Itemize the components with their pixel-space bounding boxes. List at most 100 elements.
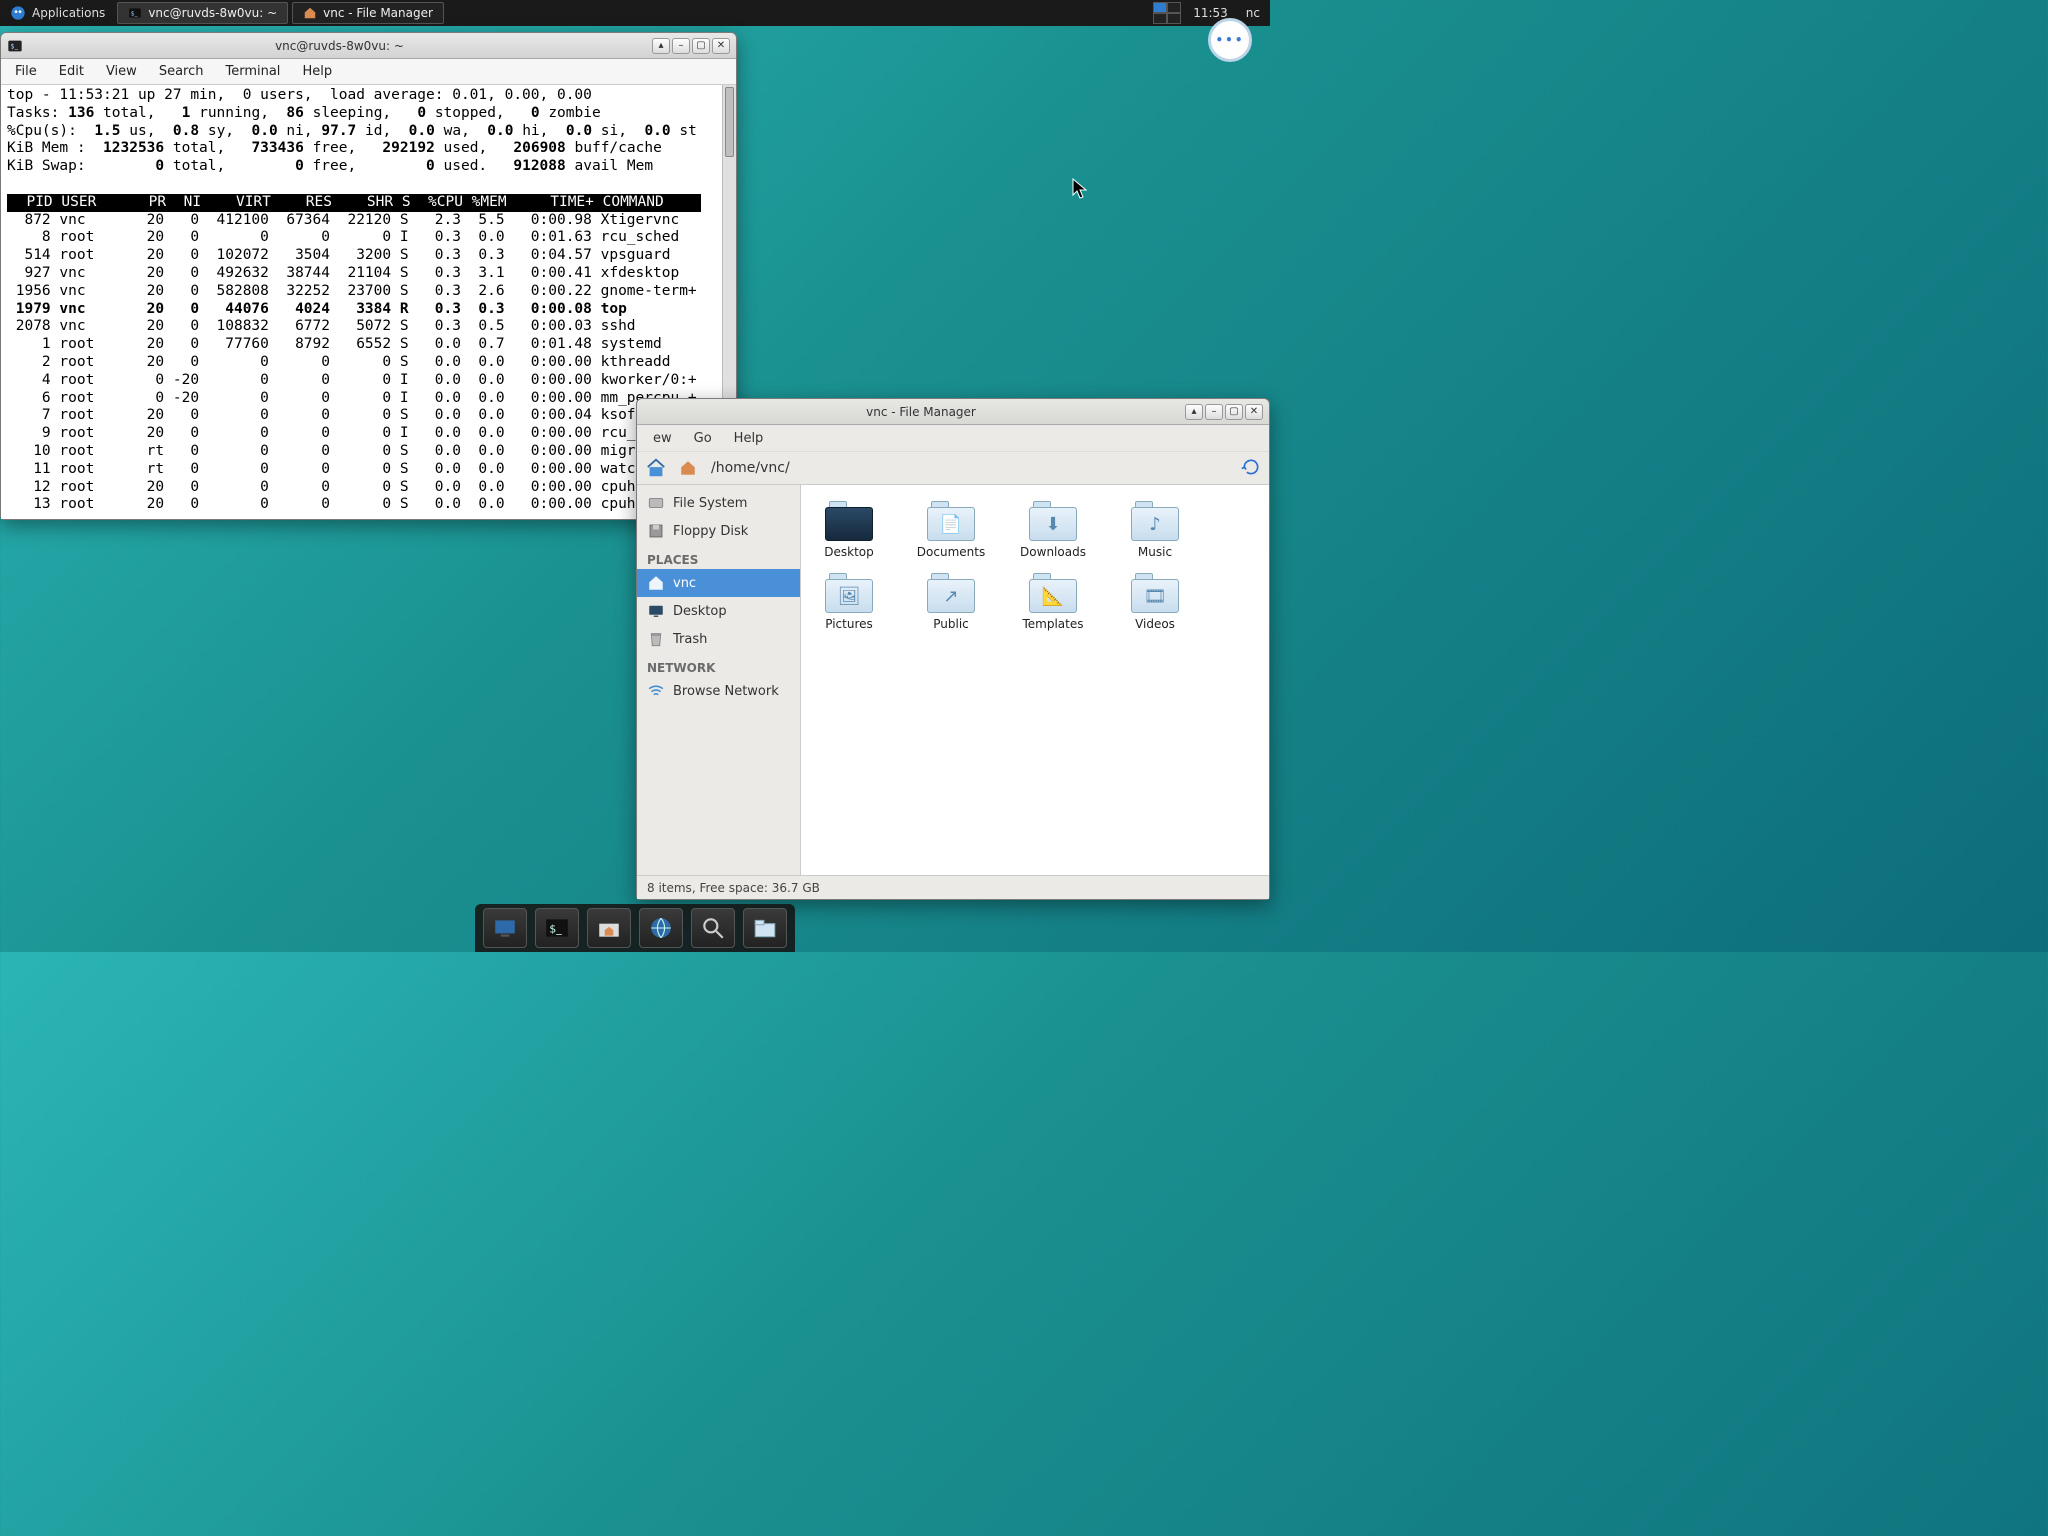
fm-window-maximize-button[interactable]: ▢	[1225, 404, 1243, 420]
terminal-titlebar[interactable]: $_ vnc@ruvds-8w0vu: ~ ▴ – ▢ ✕	[1, 33, 736, 59]
filemanager-iconview[interactable]: Desktop 📄Documents ⬇ Downloads ♪ Music 🖼Pictur…	[801, 485, 1269, 875]
taskbar-filemanager-label: vnc - File Manager	[323, 6, 433, 20]
fm-window-close-button[interactable]: ✕	[1245, 404, 1263, 420]
home-icon	[647, 574, 665, 592]
menu-file[interactable]: File	[5, 61, 47, 82]
filemanager-window: vnc - File Manager ▴ – ▢ ✕ ew Go Help /h…	[636, 398, 1270, 900]
terminal-output[interactable]: top - 11:53:21 up 27 min, 0 users, load …	[1, 85, 736, 519]
window-minimize-button[interactable]: –	[672, 38, 690, 54]
applications-label: Applications	[32, 6, 105, 20]
drive-icon	[647, 494, 665, 512]
nav-home-button[interactable]	[643, 455, 669, 481]
dock: $_	[475, 904, 795, 952]
reload-icon	[1241, 457, 1261, 477]
desktop-icon	[647, 602, 665, 620]
fm-window-minimize-button[interactable]: –	[1205, 404, 1223, 420]
dock-folder[interactable]	[743, 908, 787, 948]
fm-menu-view[interactable]: ew	[643, 428, 682, 449]
svg-text:$_: $_	[10, 42, 18, 50]
trash-icon	[647, 630, 665, 648]
terminal-title: vnc@ruvds-8w0vu: ~	[29, 39, 650, 53]
filemanager-body: File System Floppy Disk PLACES vnc Deskt…	[637, 485, 1269, 875]
folder-music[interactable]: ♪ Music	[1117, 501, 1193, 559]
fm-menu-go[interactable]: Go	[684, 428, 722, 449]
menu-search[interactable]: Search	[149, 61, 214, 82]
folder-label: Downloads	[1020, 545, 1086, 559]
path-home-icon[interactable]	[675, 455, 701, 481]
sidebar-desktop[interactable]: Desktop	[637, 597, 800, 625]
menu-view[interactable]: View	[96, 61, 147, 82]
search-icon	[700, 915, 726, 941]
sidebar-floppy[interactable]: Floppy Disk	[637, 517, 800, 545]
folder-icon: 🖼	[825, 573, 873, 613]
dock-web[interactable]	[639, 908, 683, 948]
sidebar-browse-network[interactable]: Browse Network	[637, 677, 800, 705]
folder-label: Templates	[1022, 617, 1083, 631]
dock-terminal[interactable]: $_	[535, 908, 579, 948]
folder-icon: ↗	[927, 573, 975, 613]
filemanager-statusbar: 8 items, Free space: 36.7 GB	[637, 875, 1269, 899]
folder-icon: 📐	[1029, 573, 1077, 613]
terminal-window: $_ vnc@ruvds-8w0vu: ~ ▴ – ▢ ✕ File Edit …	[0, 32, 737, 520]
terminal-menubar: File Edit View Search Terminal Help	[1, 59, 736, 85]
folder-home-icon	[596, 915, 622, 941]
filemanager-menubar: ew Go Help	[637, 425, 1269, 451]
top-panel: Applications $_ vnc@ruvds-8w0vu: ~ vnc -…	[0, 0, 1270, 26]
folder-videos[interactable]: 🎞 Videos	[1117, 573, 1193, 631]
svg-text:$_: $_	[131, 11, 138, 17]
sidebar-section-places: PLACES	[637, 545, 800, 569]
sidebar-filesystem[interactable]: File System	[637, 489, 800, 517]
folder-icon: 📄	[927, 501, 975, 541]
home-icon	[303, 6, 317, 20]
filemanager-title: vnc - File Manager	[659, 405, 1183, 419]
terminal-icon: $_	[544, 915, 570, 941]
home-icon	[679, 459, 697, 477]
menu-help[interactable]: Help	[292, 61, 342, 82]
terminal-icon: $_	[128, 6, 142, 20]
taskbar-filemanager[interactable]: vnc - File Manager	[292, 2, 444, 24]
dock-filemanager[interactable]	[587, 908, 631, 948]
folder-templates[interactable]: 📐 Templates	[1015, 573, 1091, 631]
terminal-icon: $_	[7, 38, 23, 54]
sidebar-home[interactable]: vnc	[637, 569, 800, 597]
folder-label: Public	[933, 617, 969, 631]
desktop-icon	[492, 915, 518, 941]
folder-label: Videos	[1135, 617, 1175, 631]
sidebar-trash[interactable]: Trash	[637, 625, 800, 653]
applications-menu[interactable]: Applications	[0, 0, 115, 26]
workspace-pager[interactable]	[1153, 2, 1181, 24]
folder-label: Desktop	[824, 545, 874, 559]
window-close-button[interactable]: ✕	[712, 38, 730, 54]
dock-search[interactable]	[691, 908, 735, 948]
folder-icon: 🎞	[1131, 573, 1179, 613]
globe-icon	[648, 915, 674, 941]
menu-terminal[interactable]: Terminal	[215, 61, 290, 82]
dock-show-desktop[interactable]	[483, 908, 527, 948]
folder-downloads[interactable]: ⬇ Downloads	[1015, 501, 1091, 559]
fm-window-up-button[interactable]: ▴	[1185, 404, 1203, 420]
path-entry[interactable]: /home/vnc/	[707, 458, 1235, 478]
filemanager-toolbar: /home/vnc/	[637, 451, 1269, 485]
xfce-mouse-icon	[10, 5, 26, 21]
svg-text:$_: $_	[549, 922, 562, 935]
folder-desktop[interactable]: Desktop	[811, 501, 887, 559]
reload-button[interactable]	[1241, 457, 1263, 479]
folder-documents[interactable]: 📄Documents	[913, 501, 989, 559]
window-up-button[interactable]: ▴	[652, 38, 670, 54]
window-maximize-button[interactable]: ▢	[692, 38, 710, 54]
folder-label: Music	[1138, 545, 1172, 559]
wifi-icon	[647, 682, 665, 700]
home-icon	[645, 457, 667, 479]
taskbar-terminal[interactable]: $_ vnc@ruvds-8w0vu: ~	[117, 2, 288, 24]
actions-badge[interactable]: •••	[1208, 18, 1252, 62]
fm-menu-help[interactable]: Help	[724, 428, 774, 449]
folder-icon	[752, 915, 778, 941]
menu-edit[interactable]: Edit	[49, 61, 94, 82]
folder-icon: ⬇	[1029, 501, 1077, 541]
panel-user[interactable]: nc	[1236, 6, 1270, 20]
folder-pictures[interactable]: 🖼Pictures	[811, 573, 887, 631]
filemanager-titlebar[interactable]: vnc - File Manager ▴ – ▢ ✕	[637, 399, 1269, 425]
folder-icon: ♪	[1131, 501, 1179, 541]
taskbar-terminal-label: vnc@ruvds-8w0vu: ~	[148, 6, 277, 20]
folder-public[interactable]: ↗ Public	[913, 573, 989, 631]
